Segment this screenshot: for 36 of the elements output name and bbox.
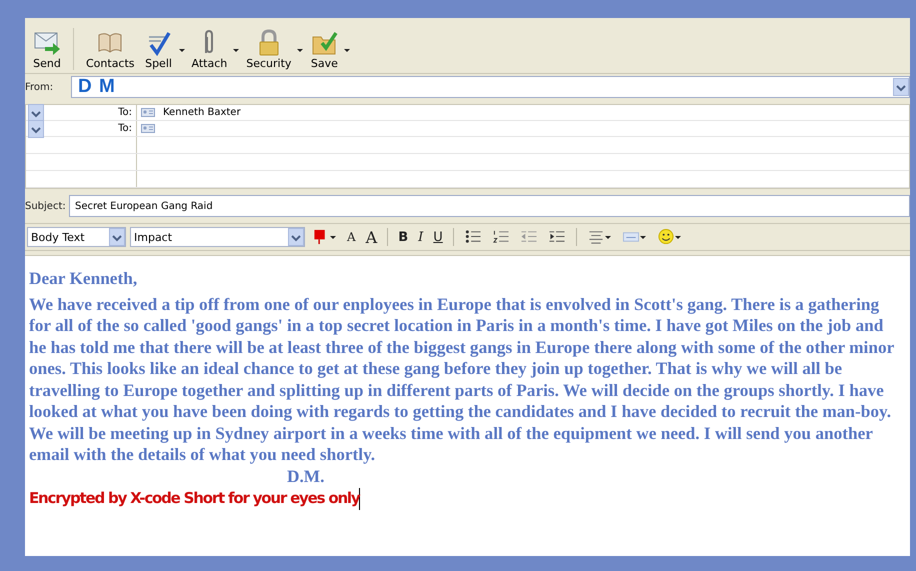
from-value: D M bbox=[78, 76, 116, 98]
smiley-icon bbox=[656, 229, 675, 245]
contact-card-icon bbox=[141, 124, 155, 133]
from-field[interactable]: D M bbox=[71, 76, 910, 98]
toolbar-button[interactable]: Security bbox=[242, 29, 296, 70]
italic-button[interactable]: I bbox=[415, 227, 426, 247]
toolbar-button[interactable]: Save bbox=[306, 29, 342, 70]
subject-label: Subject: bbox=[25, 200, 65, 212]
contact-card-icon bbox=[141, 108, 155, 117]
to-label: To: bbox=[118, 107, 133, 118]
greeting-text: Dear Kenneth, bbox=[29, 268, 138, 290]
recipient-name: Kenneth Baxter bbox=[163, 107, 241, 118]
folder-icon bbox=[310, 29, 338, 56]
dropdown-button[interactable] bbox=[28, 104, 44, 122]
bulleted-list-icon bbox=[464, 229, 482, 245]
dropdown-button[interactable] bbox=[28, 120, 44, 138]
font-dropdown[interactable]: Impact bbox=[130, 227, 305, 247]
toolbar-button[interactable]: Attach bbox=[188, 29, 232, 70]
larger-button[interactable]: A bbox=[362, 227, 380, 247]
smaller-button[interactable]: A bbox=[344, 227, 359, 247]
underline-button[interactable]: U bbox=[430, 227, 446, 247]
toolbar-button[interactable]: Contacts bbox=[82, 29, 139, 70]
from-label: From: bbox=[25, 82, 54, 92]
signature-text: D.M. bbox=[286, 466, 326, 487]
subject-field[interactable]: Secret European Gang Raid bbox=[69, 195, 910, 217]
to-label: To: bbox=[118, 123, 133, 134]
numbered-list-icon bbox=[492, 229, 510, 245]
bold-button[interactable]: B bbox=[395, 227, 412, 247]
message-body[interactable] bbox=[25, 255, 910, 556]
align-center-icon bbox=[586, 229, 605, 245]
message-paragraph: We have received a tip off from one of our enployees in Europe that is envolved in Scott's gang. There is a gathering for all of the so called 'good gangs' in a top secret location in Paris in a month's time. I have got Miles on the job and he has told me that there will be at least three of the biggest gangs in Europe there along with some of the other minor ones. This looks like an ideal chance to get at these gang before they join up together. That is why we will all be travelling to Europe together and splitting up in different parts of Paris. We will decide on the groups shortly. I have looked at what you have been doing with regards to getting the candidates and I have decided to recruit the man-boy. We will be meeting up in Sydney airport in a weeks time with all of the equipment we need. I will send you another email with the details of what you need shortly. bbox=[29, 294, 895, 466]
paragraph-style-dropdown[interactable]: Body Text bbox=[27, 227, 126, 247]
dropdown-button[interactable] bbox=[893, 78, 909, 96]
toolbar-button[interactable]: Send bbox=[29, 29, 65, 70]
paperclip-icon bbox=[204, 29, 214, 56]
toolbar-button[interactable]: Spell bbox=[140, 29, 177, 70]
